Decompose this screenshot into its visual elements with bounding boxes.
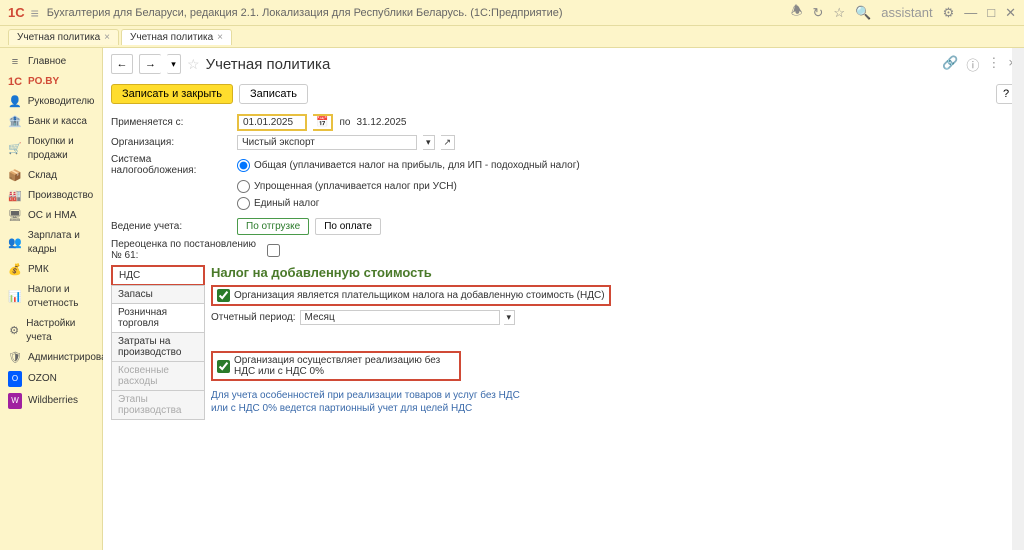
pc-icon: 🖥 xyxy=(8,209,22,223)
page-title: Учетная политика xyxy=(206,56,331,73)
applies-from-label: Применяется с: xyxy=(111,117,231,128)
sidebar-item-ozon[interactable]: OOZON xyxy=(0,368,102,390)
tab-accounting-policy-1[interactable]: Учетная политика × xyxy=(8,29,119,45)
vat-info-text: Для учета особенностей при реализации то… xyxy=(211,389,1016,415)
cart-icon: 🛒 xyxy=(8,142,22,156)
wb-icon: W xyxy=(8,393,22,409)
calendar-icon[interactable]: 📅 xyxy=(313,114,333,131)
subtab-stages[interactable]: Этапы производства xyxy=(111,390,205,420)
chart-icon: 📊 xyxy=(8,290,22,304)
by-shipment-button[interactable]: По отгрузке xyxy=(237,218,309,235)
gear-icon: ⚙ xyxy=(8,324,20,338)
tax-system-label: Система налогообложения: xyxy=(111,154,231,176)
search-icon[interactable]: 🔍 xyxy=(855,5,871,21)
factory-icon: 🏭 xyxy=(8,189,22,203)
sidebar-item-salary[interactable]: 👥Зарплата и кадры xyxy=(0,226,102,260)
org-dropdown-icon[interactable]: ▾ xyxy=(423,135,435,150)
sidebar-item-rmk[interactable]: 💰РМК xyxy=(0,260,102,280)
vat-payer-box: Организация является плательщиком налога… xyxy=(211,285,611,306)
people-icon: 👥 xyxy=(8,236,22,250)
sidebar-item-taxes[interactable]: 📊Налоги и отчетность xyxy=(0,280,102,314)
history-icon[interactable]: ↻ xyxy=(813,5,824,21)
nav-back-button[interactable]: ← xyxy=(111,54,133,74)
ozon-icon: O xyxy=(8,371,22,387)
main-content: ← → ▾ ☆ Учетная политика 🔗 ⓘ ⋮ × Записат… xyxy=(103,48,1024,550)
nav-forward-button[interactable]: → xyxy=(139,54,161,74)
sidebar-item-sales[interactable]: 🛒Покупки и продажи xyxy=(0,132,102,166)
tax-general-radio[interactable] xyxy=(237,159,250,172)
subtab-stocks[interactable]: Запасы xyxy=(111,285,205,304)
vertical-scrollbar[interactable] xyxy=(1012,48,1024,550)
accounting-label: Ведение учета: xyxy=(111,221,231,232)
tab-close-icon[interactable]: × xyxy=(217,32,223,43)
shield-icon: 🛡 xyxy=(8,351,22,365)
subtab-indirect[interactable]: Косвенные расходы xyxy=(111,361,205,391)
minimize-icon[interactable]: — xyxy=(964,5,977,20)
revaluation-label: Переоценка по постановлению № 61: xyxy=(111,239,261,261)
menu-icon: ≡ xyxy=(8,55,22,69)
tab-label: Учетная политика xyxy=(130,32,213,43)
link-icon[interactable]: 🔗 xyxy=(942,55,958,74)
sidebar-item-main[interactable]: ≡Главное xyxy=(0,52,102,72)
sidebar-item-admin[interactable]: 🛡Администрирование xyxy=(0,348,102,368)
maximize-icon[interactable]: □ xyxy=(987,5,995,20)
tab-close-icon[interactable]: × xyxy=(104,32,110,43)
close-icon[interactable]: ✕ xyxy=(1005,5,1016,21)
sidebar-nav: ≡Главное 1СPO.BY 👤Руководителю 🏦Банк и к… xyxy=(0,48,103,550)
app-title: Бухгалтерия для Беларуси, редакция 2.1. … xyxy=(47,7,791,19)
date-from-input[interactable]: 01.01.2025 xyxy=(237,114,307,131)
sidebar-item-manager[interactable]: 👤Руководителю xyxy=(0,92,102,112)
sidebar-item-poby[interactable]: 1СPO.BY xyxy=(0,72,102,92)
org-input[interactable]: Чистый экспорт xyxy=(237,135,417,150)
star-icon[interactable]: ☆ xyxy=(833,5,845,21)
tab-label: Учетная политика xyxy=(17,32,100,43)
subtab-retail[interactable]: Розничная торговля xyxy=(111,303,205,333)
sidebar-item-assets[interactable]: 🖥ОС и НМА xyxy=(0,206,102,226)
to-label: по xyxy=(339,117,350,128)
revaluation-checkbox[interactable] xyxy=(267,244,280,257)
vat-zero-checkbox[interactable] xyxy=(217,360,230,373)
app-titlebar: 1C ≡ Бухгалтерия для Беларуси, редакция … xyxy=(0,0,1024,26)
menu-icon[interactable]: ≡ xyxy=(31,5,39,21)
sidebar-item-production[interactable]: 🏭Производство xyxy=(0,186,102,206)
sub-tabs: НДС Запасы Розничная торговля Затраты на… xyxy=(111,265,205,419)
info-icon[interactable]: ⓘ xyxy=(966,55,979,74)
tax-simplified-radio[interactable] xyxy=(237,180,250,193)
subtab-costs[interactable]: Затраты на производство xyxy=(111,332,205,362)
vat-payer-checkbox[interactable] xyxy=(217,289,230,302)
org-open-icon[interactable]: ↗ xyxy=(441,135,456,150)
sidebar-item-wildberries[interactable]: WWildberries xyxy=(0,390,102,412)
period-input[interactable]: Месяц xyxy=(300,310,500,325)
vat-section-title: Налог на добавленную стоимость xyxy=(211,265,1016,281)
tax-single-radio[interactable] xyxy=(237,197,250,210)
person-icon: 👤 xyxy=(8,95,22,109)
save-button[interactable]: Записать xyxy=(239,84,308,104)
logo-1c: 1C xyxy=(8,5,25,20)
nav-dropdown-button[interactable]: ▾ xyxy=(167,54,181,74)
sidebar-item-settings[interactable]: ⚙Настройки учета xyxy=(0,314,102,348)
save-close-button[interactable]: Записать и закрыть xyxy=(111,84,233,104)
more-icon[interactable]: ⋮ xyxy=(987,55,1000,74)
settings-icon[interactable]: ⚙ xyxy=(943,5,955,21)
bell-icon[interactable]: 🕭 xyxy=(791,2,803,24)
vat-payer-label: Организация является плательщиком налога… xyxy=(234,290,605,301)
subtab-nds[interactable]: НДС xyxy=(111,265,205,286)
tab-accounting-policy-2[interactable]: Учетная политика × xyxy=(121,29,232,45)
sidebar-item-bank[interactable]: 🏦Банк и касса xyxy=(0,112,102,132)
sidebar-item-warehouse[interactable]: 📦Склад xyxy=(0,166,102,186)
favorite-star-icon[interactable]: ☆ xyxy=(187,56,200,73)
box-icon: 📦 xyxy=(8,169,22,183)
vat-zero-box: Организация осуществляет реализацию без … xyxy=(211,351,461,381)
document-tabs: Учетная политика × Учетная политика × xyxy=(0,26,1024,48)
bank-icon: 🏦 xyxy=(8,115,22,129)
money-icon: 💰 xyxy=(8,263,22,277)
period-label: Отчетный период: xyxy=(211,312,296,323)
date-to-value: 31.12.2025 xyxy=(356,117,406,128)
vat-zero-label: Организация осуществляет реализацию без … xyxy=(234,355,455,377)
period-dropdown-icon[interactable]: ▾ xyxy=(504,310,516,325)
by-payment-button[interactable]: По оплате xyxy=(315,218,381,235)
org-label: Организация: xyxy=(111,137,231,148)
search-text[interactable]: assistant xyxy=(881,5,932,20)
poby-icon: 1С xyxy=(8,75,22,89)
